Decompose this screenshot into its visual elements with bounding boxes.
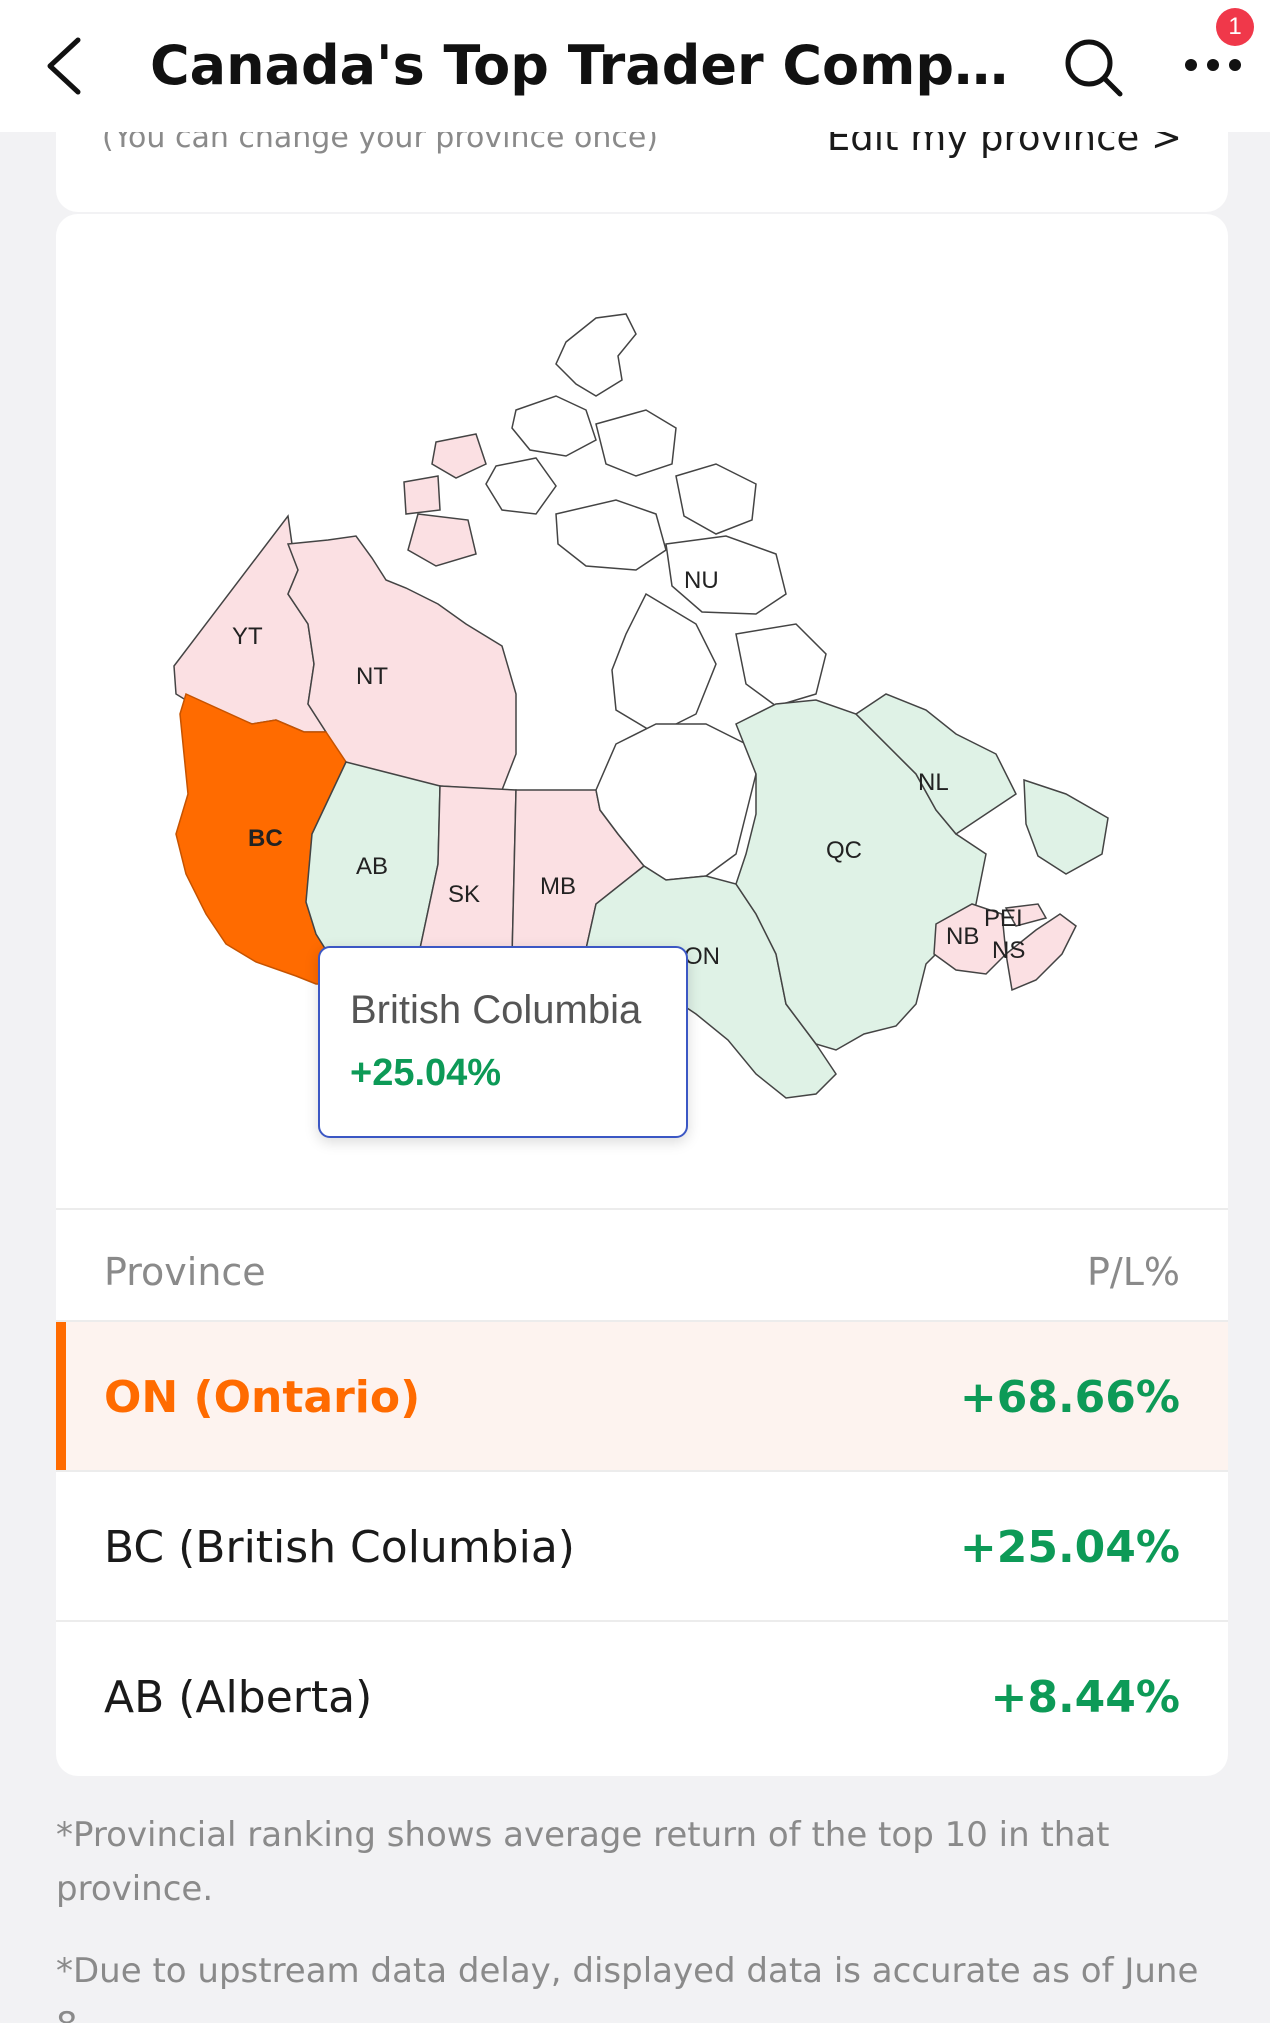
label-bc: BC <box>248 825 283 852</box>
label-mb: MB <box>540 873 576 900</box>
row-province-name: ON (Ontario) <box>104 1372 421 1423</box>
label-qc: QC <box>826 837 862 864</box>
canada-map: YT NT NU BC AB SK MB ON QC NL NB PEI NS … <box>56 214 1228 1208</box>
row-pl-value: +68.66% <box>959 1372 1180 1423</box>
search-button[interactable] <box>1058 32 1128 102</box>
label-ab: AB <box>356 853 388 880</box>
label-nt: NT <box>356 663 388 690</box>
top-bar: Canada's Top Trader Competition 1 <box>0 0 1270 132</box>
page-title: Canada's Top Trader Competition <box>150 34 1010 97</box>
chevron-left-icon <box>47 37 81 95</box>
label-nu: NU <box>684 567 719 594</box>
table-row[interactable]: BC (British Columbia) +25.04% <box>56 1470 1228 1620</box>
tooltip-province-name: British Columbia <box>350 988 642 1032</box>
more-dots-icon <box>1185 59 1241 71</box>
row-highlight-accent <box>56 1322 66 1470</box>
province-nu-islands-pink[interactable] <box>403 433 487 567</box>
back-button[interactable] <box>34 28 94 104</box>
notification-badge: 1 <box>1216 8 1254 46</box>
label-sk: SK <box>448 881 480 908</box>
row-province-name: AB (Alberta) <box>104 1672 373 1723</box>
footnote-data-delay: *Due to upstream data delay, displayed d… <box>56 1951 1199 2023</box>
row-province-name: BC (British Columbia) <box>104 1522 575 1573</box>
tooltip-province-value: +25.04% <box>350 1052 502 1094</box>
search-icon <box>1065 39 1123 97</box>
province-ranking-card: YT NT NU BC AB SK MB ON QC NL NB PEI NS … <box>56 214 1228 1776</box>
table-row[interactable]: AB (Alberta) +8.44% <box>56 1620 1228 1770</box>
footnote-ranking: *Provincial ranking shows average return… <box>56 1815 1110 1909</box>
row-pl-value: +8.44% <box>990 1672 1180 1723</box>
more-options-button[interactable] <box>1180 40 1246 90</box>
column-header-pl: P/L% <box>1087 1250 1180 1294</box>
table-row[interactable]: ON (Ontario) +68.66% <box>56 1320 1228 1470</box>
label-ns: NS <box>992 937 1025 964</box>
label-on: ON <box>684 943 720 970</box>
label-yt: YT <box>232 623 263 650</box>
table-header: Province P/L% <box>56 1210 1228 1320</box>
province-nl-island[interactable] <box>1023 778 1109 875</box>
label-pei: PEI <box>984 905 1023 932</box>
label-nl: NL <box>918 769 949 796</box>
app-root: Canada's Top Trader Competition 1 (You c… <box>0 0 1270 2023</box>
province-nu[interactable] <box>485 313 827 735</box>
row-pl-value: +25.04% <box>959 1522 1180 1573</box>
column-header-province: Province <box>104 1250 266 1294</box>
label-nb: NB <box>946 923 979 950</box>
map-tooltip: British Columbia +25.04% <box>318 946 688 1138</box>
